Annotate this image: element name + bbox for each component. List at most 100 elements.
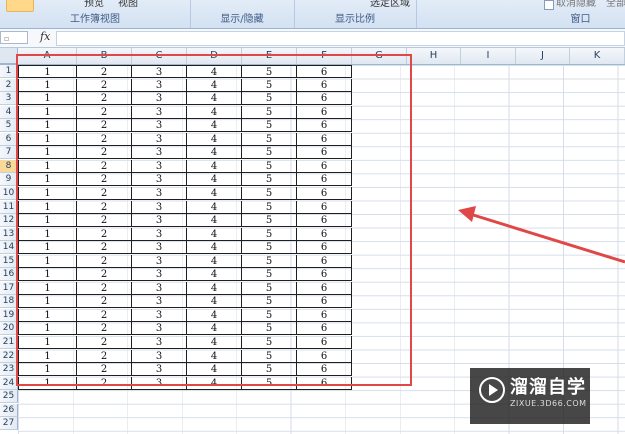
cell-f14[interactable]: 6 — [297, 241, 352, 255]
row-header-11[interactable]: 11 — [0, 200, 18, 214]
row-header-21[interactable]: 21 — [0, 336, 18, 349]
zoom-to-selection-button[interactable]: 选定区域 — [370, 0, 410, 9]
cell-e23[interactable]: 5 — [242, 363, 297, 377]
cell-e5[interactable]: 5 — [242, 119, 297, 133]
cell-b1[interactable]: 2 — [77, 65, 132, 78]
column-header-f[interactable]: F — [297, 48, 352, 64]
cell-e2[interactable]: 5 — [242, 78, 297, 92]
cell-a10[interactable]: 1 — [18, 186, 77, 200]
cell-d9[interactable]: 4 — [187, 173, 242, 187]
row-header-24[interactable]: 24 — [0, 376, 18, 390]
cell-b3[interactable]: 2 — [77, 92, 132, 106]
cell-c21[interactable]: 3 — [132, 336, 187, 349]
cell-d12[interactable]: 4 — [187, 214, 242, 228]
cell-f15[interactable]: 6 — [297, 254, 352, 268]
cell-f4[interactable]: 6 — [297, 105, 352, 119]
row-header-12[interactable]: 12 — [0, 214, 18, 228]
cell-f22[interactable]: 6 — [297, 349, 352, 363]
column-header-h[interactable]: H — [407, 48, 461, 64]
cell-d22[interactable]: 4 — [187, 349, 242, 363]
cell-d6[interactable]: 4 — [187, 132, 242, 146]
cell-b10[interactable]: 2 — [77, 186, 132, 200]
cell-c17[interactable]: 3 — [132, 281, 187, 295]
cell-c12[interactable]: 3 — [132, 214, 187, 228]
cell-e18[interactable]: 5 — [242, 295, 297, 309]
cell-c8[interactable]: 3 — [132, 159, 187, 173]
cell-e16[interactable]: 5 — [242, 268, 297, 282]
cell-d3[interactable]: 4 — [187, 92, 242, 106]
cell-b18[interactable]: 2 — [77, 295, 132, 309]
cell-c24[interactable]: 3 — [132, 376, 187, 390]
cell-f18[interactable]: 6 — [297, 295, 352, 309]
row-header-8[interactable]: 8 — [0, 159, 18, 173]
cell-b9[interactable]: 2 — [77, 173, 132, 187]
cell-b24[interactable]: 2 — [77, 376, 132, 390]
cell-a9[interactable]: 1 — [18, 173, 77, 187]
cell-b5[interactable]: 2 — [77, 119, 132, 133]
cell-d16[interactable]: 4 — [187, 268, 242, 282]
cell-a6[interactable]: 1 — [18, 132, 77, 146]
cell-a12[interactable]: 1 — [18, 214, 77, 228]
column-header-i[interactable]: I — [461, 48, 516, 64]
cell-e21[interactable]: 5 — [242, 336, 297, 349]
cell-c16[interactable]: 3 — [132, 268, 187, 282]
cell-b2[interactable]: 2 — [77, 78, 132, 92]
cell-f20[interactable]: 6 — [297, 322, 352, 336]
cell-c11[interactable]: 3 — [132, 200, 187, 214]
cell-f13[interactable]: 6 — [297, 227, 352, 241]
cell-a22[interactable]: 1 — [18, 349, 77, 363]
cell-b12[interactable]: 2 — [77, 214, 132, 228]
cell-e11[interactable]: 5 — [242, 200, 297, 214]
cell-c7[interactable]: 3 — [132, 146, 187, 160]
column-header-d[interactable]: D — [187, 48, 242, 64]
cell-c4[interactable]: 3 — [132, 105, 187, 119]
cell-d18[interactable]: 4 — [187, 295, 242, 309]
row-header-23[interactable]: 23 — [0, 363, 18, 377]
cell-f19[interactable]: 6 — [297, 308, 352, 322]
cell-f5[interactable]: 6 — [297, 119, 352, 133]
cell-a7[interactable]: 1 — [18, 146, 77, 160]
cell-c1[interactable]: 3 — [132, 65, 187, 78]
cell-c14[interactable]: 3 — [132, 241, 187, 255]
row-header-15[interactable]: 15 — [0, 254, 18, 268]
cell-f10[interactable]: 6 — [297, 186, 352, 200]
cell-b15[interactable]: 2 — [77, 254, 132, 268]
cell-f16[interactable]: 6 — [297, 268, 352, 282]
column-header-g[interactable]: G — [352, 48, 407, 64]
cell-d11[interactable]: 4 — [187, 200, 242, 214]
cell-f7[interactable]: 6 — [297, 146, 352, 160]
cell-c15[interactable]: 3 — [132, 254, 187, 268]
select-all-corner[interactable] — [0, 48, 18, 64]
cell-b21[interactable]: 2 — [77, 336, 132, 349]
cell-a15[interactable]: 1 — [18, 254, 77, 268]
cell-b6[interactable]: 2 — [77, 132, 132, 146]
row-header-5[interactable]: 5 — [0, 119, 18, 133]
row-header-27[interactable]: 27 — [0, 417, 18, 431]
column-header-a[interactable]: A — [18, 48, 77, 64]
cell-d8[interactable]: 4 — [187, 159, 242, 173]
column-header-k[interactable]: K — [570, 48, 625, 64]
cell-c18[interactable]: 3 — [132, 295, 187, 309]
cell-a24[interactable]: 1 — [18, 376, 77, 390]
cell-f8[interactable]: 6 — [297, 159, 352, 173]
column-header-j[interactable]: J — [516, 48, 570, 64]
cell-b20[interactable]: 2 — [77, 322, 132, 336]
cell-a4[interactable]: 1 — [18, 105, 77, 119]
cell-f11[interactable]: 6 — [297, 200, 352, 214]
column-header-b[interactable]: B — [77, 48, 132, 64]
cell-d15[interactable]: 4 — [187, 254, 242, 268]
cell-d23[interactable]: 4 — [187, 363, 242, 377]
row-header-20[interactable]: 20 — [0, 322, 18, 336]
cell-c20[interactable]: 3 — [132, 322, 187, 336]
cell-d13[interactable]: 4 — [187, 227, 242, 241]
fx-icon[interactable]: fx — [40, 30, 50, 43]
cell-c23[interactable]: 3 — [132, 363, 187, 377]
row-header-9[interactable]: 9 — [0, 173, 18, 187]
preview-button[interactable]: 预览 — [84, 0, 104, 9]
row-header-19[interactable]: 19 — [0, 308, 18, 322]
cell-a3[interactable]: 1 — [18, 92, 77, 106]
row-header-25[interactable]: 25 — [0, 390, 18, 404]
row-header-4[interactable]: 4 — [0, 105, 18, 119]
cell-d5[interactable]: 4 — [187, 119, 242, 133]
cell-e17[interactable]: 5 — [242, 281, 297, 295]
